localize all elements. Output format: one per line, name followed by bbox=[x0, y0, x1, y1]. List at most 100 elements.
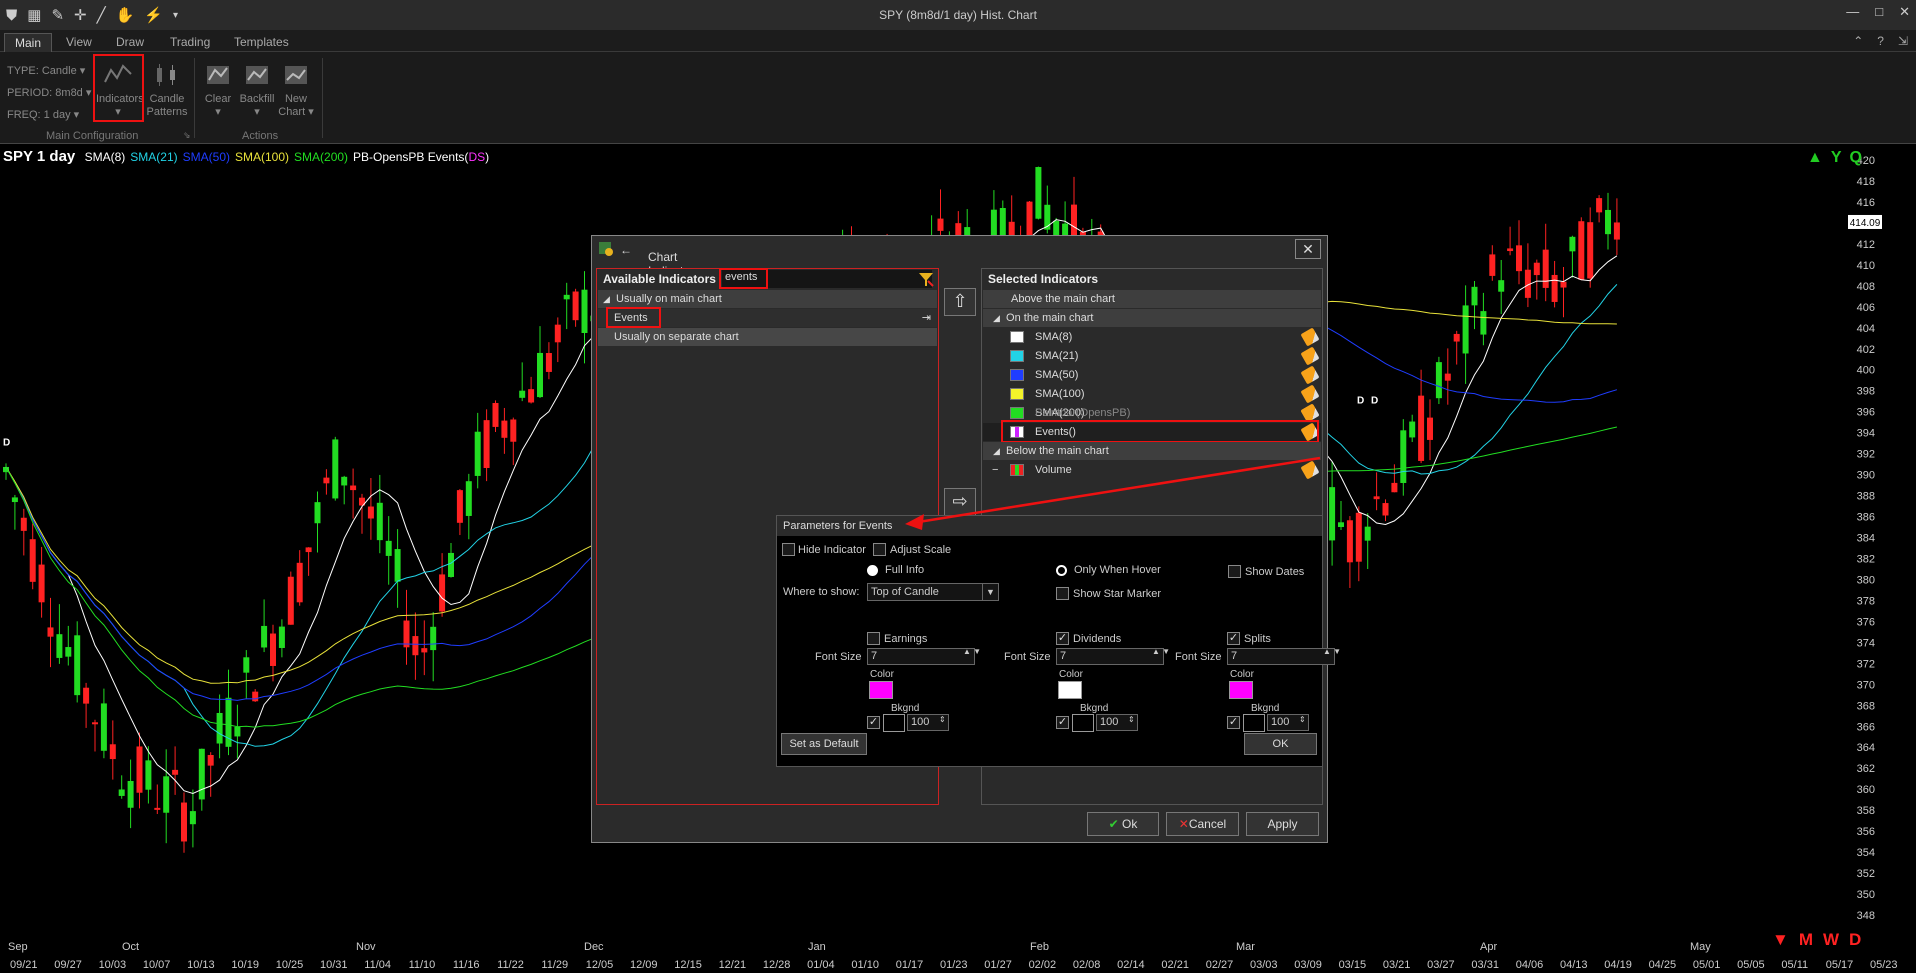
tab-draw[interactable]: Draw bbox=[106, 33, 154, 52]
dividends-checkbox[interactable]: ✓ bbox=[1056, 632, 1069, 645]
triangle-down-icon[interactable]: ▼ bbox=[1772, 930, 1789, 950]
edit-icon[interactable] bbox=[1300, 327, 1320, 347]
spinner-icon[interactable]: ⇕ bbox=[939, 715, 946, 724]
dividends-bkgnd-checkbox[interactable]: ✓ bbox=[1056, 716, 1069, 729]
earnings-checkbox[interactable] bbox=[867, 632, 880, 645]
month-button[interactable]: M bbox=[1799, 930, 1813, 950]
candle-patterns-button[interactable]: Candle Patterns bbox=[145, 60, 189, 119]
edit-icon[interactable] bbox=[1300, 365, 1320, 385]
date-axis-label: 03/21 bbox=[1383, 959, 1411, 971]
splits-bkgnd-swatch[interactable] bbox=[1243, 714, 1265, 732]
cancel-button[interactable]: ✕Cancel bbox=[1166, 812, 1239, 836]
candle-body bbox=[1498, 280, 1505, 292]
group-usually-separate[interactable]: Usually on separate chart bbox=[598, 328, 937, 346]
group-on-main[interactable]: ◢ On the main chart bbox=[983, 309, 1321, 327]
group-usually-main[interactable]: ◢ Usually on main chart bbox=[598, 290, 937, 308]
candle-body bbox=[270, 633, 276, 666]
candle-body bbox=[1471, 286, 1478, 306]
edit-icon[interactable] bbox=[1300, 346, 1320, 366]
date-axis-label: 05/01 bbox=[1693, 959, 1721, 971]
new-chart-button[interactable]: New Chart ▾ bbox=[274, 60, 318, 119]
week-button[interactable]: W bbox=[1823, 930, 1839, 950]
dialog-title: ← Chart Indicator Selection bbox=[620, 243, 697, 292]
dividends-bkgnd-swatch[interactable] bbox=[1072, 714, 1094, 732]
apply-button[interactable]: Apply bbox=[1246, 812, 1319, 836]
add-indicator-button[interactable]: ⇨ bbox=[944, 488, 976, 516]
ok-button[interactable]: ✔ Ok bbox=[1087, 812, 1159, 836]
quarter-button[interactable]: Q bbox=[1850, 149, 1862, 167]
price-axis-label: 350 bbox=[1857, 889, 1875, 901]
where-to-show-select[interactable]: Top of Candle ▼ bbox=[867, 583, 999, 601]
pin-icon[interactable]: ⇥ bbox=[922, 309, 931, 327]
help-icon[interactable]: ? bbox=[1877, 34, 1884, 48]
freq-dropdown[interactable]: FREQ: 1 day ▾ bbox=[7, 108, 79, 121]
filter-icon[interactable] bbox=[918, 271, 934, 287]
candle-body bbox=[323, 477, 330, 484]
backfill-button[interactable]: Backfill ▾ bbox=[235, 60, 279, 119]
spinner-icon[interactable]: ▲ ▼ bbox=[1323, 648, 1341, 656]
price-axis-label: 352 bbox=[1857, 868, 1875, 880]
date-axis-label: 02/27 bbox=[1206, 959, 1234, 971]
edit-icon[interactable] bbox=[1300, 384, 1320, 404]
dialog-launcher-icon[interactable]: ⇘ bbox=[183, 130, 191, 141]
set-as-default-button[interactable]: Set as Default bbox=[781, 733, 867, 755]
params-ok-button[interactable]: OK bbox=[1244, 733, 1317, 755]
maximize-icon[interactable]: □ bbox=[1875, 4, 1883, 20]
candle-body bbox=[1427, 417, 1433, 440]
dividends-font-size-input[interactable]: 7 bbox=[1056, 648, 1164, 665]
show-star-marker-checkbox[interactable] bbox=[1056, 587, 1069, 600]
ribbon-panel: TYPE: Candle ▾ PERIOD: 8m8d ▾ FREQ: 1 da… bbox=[0, 52, 1916, 144]
clear-button[interactable]: Clear ▾ bbox=[196, 60, 240, 119]
period-dropdown[interactable]: PERIOD: 8m8d ▾ bbox=[7, 86, 91, 99]
earnings-bkgnd-swatch[interactable] bbox=[883, 714, 905, 732]
selected-item-sma[interactable]: SMA(8) bbox=[983, 327, 1321, 347]
show-dates-checkbox[interactable] bbox=[1228, 565, 1241, 578]
tab-templates[interactable]: Templates bbox=[224, 33, 299, 52]
selected-item-sma[interactable]: SMA(50) bbox=[983, 365, 1321, 385]
day-button[interactable]: D bbox=[1849, 930, 1861, 950]
edit-icon[interactable] bbox=[1300, 460, 1320, 480]
clear-icon bbox=[207, 66, 229, 84]
tab-trading[interactable]: Trading bbox=[160, 33, 220, 52]
adjust-scale-checkbox[interactable] bbox=[873, 543, 886, 556]
tab-main[interactable]: Main bbox=[4, 33, 53, 52]
hide-indicator-checkbox[interactable] bbox=[782, 543, 795, 556]
chart-type-dropdown[interactable]: TYPE: Candle ▾ bbox=[7, 64, 85, 77]
group-above-main[interactable]: Above the main chart bbox=[983, 290, 1321, 308]
close-icon[interactable]: ✕ bbox=[1899, 4, 1910, 20]
earnings-color-swatch[interactable] bbox=[869, 681, 893, 699]
collapse-icon[interactable]: − bbox=[992, 461, 998, 479]
selected-item-volume[interactable]: − Volume bbox=[983, 460, 1321, 480]
pin-ribbon-icon[interactable]: ⇲ bbox=[1898, 34, 1908, 48]
spinner-icon[interactable]: ▲ ▼ bbox=[1152, 648, 1170, 656]
price-axis-label: 376 bbox=[1857, 616, 1875, 628]
minimize-icon[interactable]: — bbox=[1846, 4, 1859, 20]
arrow-up-icon[interactable]: ⌃ bbox=[1853, 34, 1863, 48]
triangle-up-icon[interactable]: ▲ bbox=[1807, 149, 1823, 167]
selected-item-sma[interactable]: SMA(100) bbox=[983, 384, 1321, 404]
selected-item-sma[interactable]: SMA(21) bbox=[983, 346, 1321, 366]
chart-symbol: SPY 1 day bbox=[3, 148, 76, 165]
splits-font-size-input[interactable]: 7 bbox=[1227, 648, 1335, 665]
full-info-radio[interactable] bbox=[867, 565, 878, 576]
dialog-close-button[interactable]: ✕ bbox=[1295, 239, 1321, 259]
font-size-label: Font Size bbox=[815, 651, 862, 663]
tab-view[interactable]: View bbox=[56, 33, 102, 52]
candle-body bbox=[234, 726, 241, 737]
dividends-color-swatch[interactable] bbox=[1058, 681, 1082, 699]
spinner-icon[interactable]: ⇕ bbox=[1299, 715, 1306, 724]
earnings-bkgnd-checkbox[interactable]: ✓ bbox=[867, 716, 880, 729]
spinner-icon[interactable]: ▲ ▼ bbox=[963, 648, 981, 656]
only-when-hover-radio[interactable] bbox=[1056, 565, 1067, 576]
earnings-font-size-input[interactable]: 7 bbox=[867, 648, 975, 665]
move-up-button[interactable]: ⇧ bbox=[944, 288, 976, 316]
chevron-down-icon[interactable]: ▼ bbox=[982, 584, 998, 600]
group-below-main[interactable]: ◢ Below the main chart bbox=[983, 442, 1321, 460]
date-axis-label: 10/31 bbox=[320, 959, 348, 971]
year-button[interactable]: Y bbox=[1831, 149, 1842, 167]
splits-checkbox[interactable]: ✓ bbox=[1227, 632, 1240, 645]
date-axis-label: 03/31 bbox=[1471, 959, 1499, 971]
splits-color-swatch[interactable] bbox=[1229, 681, 1253, 699]
spinner-icon[interactable]: ⇕ bbox=[1128, 715, 1135, 724]
splits-bkgnd-checkbox[interactable]: ✓ bbox=[1227, 716, 1240, 729]
